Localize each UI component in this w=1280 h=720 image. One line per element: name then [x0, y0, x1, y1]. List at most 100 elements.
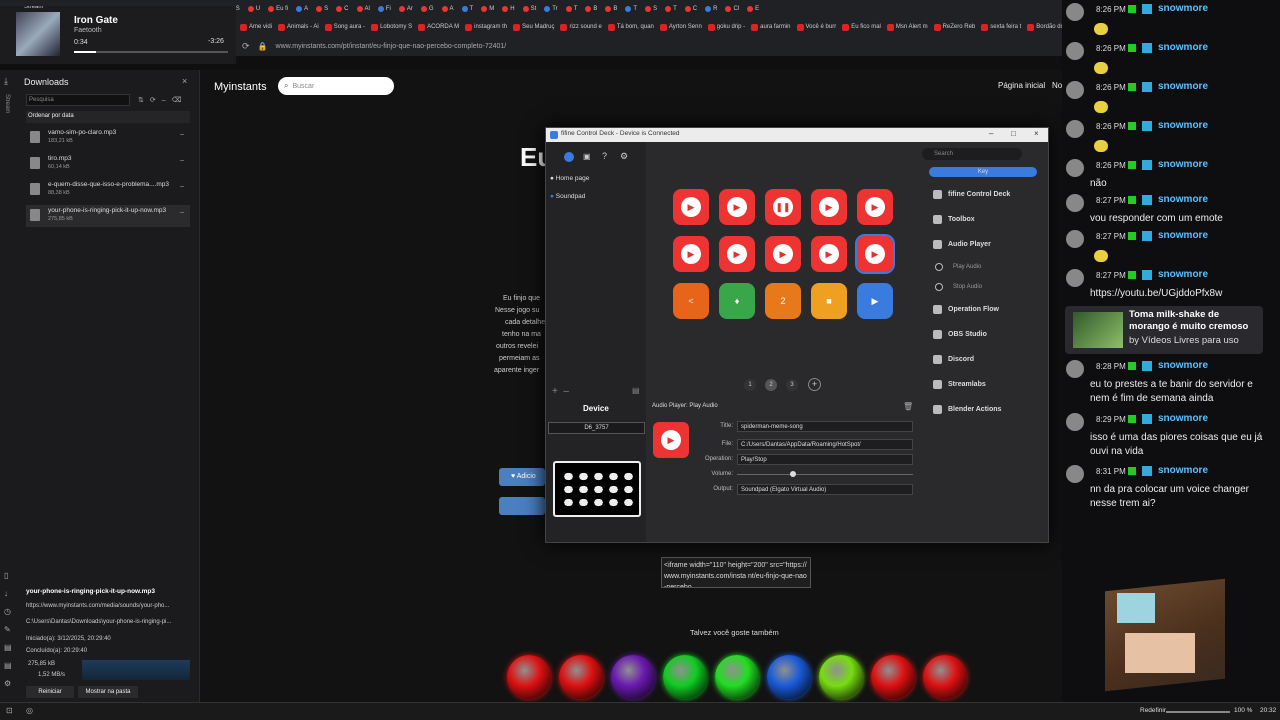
bookmark[interactable]: instagram th — [465, 23, 507, 31]
deck-button[interactable]: ♦ — [719, 283, 755, 319]
detail-url[interactable]: https://www.myinstants.com/media/sounds/… — [26, 603, 169, 609]
chat-user[interactable]: snowmore — [1158, 81, 1208, 92]
link-card[interactable]: Toma milk-shake de morango é muito cremo… — [1065, 306, 1263, 354]
browser-tab[interactable]: Ar — [395, 2, 417, 16]
deck-button[interactable]: ▶ — [673, 189, 709, 225]
chat-user[interactable]: snowmore — [1158, 159, 1208, 170]
category-6[interactable]: Operation Flow — [933, 305, 999, 314]
nav-home[interactable]: Página inicial — [998, 81, 1045, 90]
browser-tab[interactable]: Cl — [721, 2, 743, 16]
share-button[interactable] — [499, 497, 545, 515]
category-8[interactable]: Discord — [933, 355, 974, 364]
home-icon[interactable] — [564, 152, 574, 162]
remove-icon[interactable]: – — [180, 183, 184, 190]
deck-button[interactable]: ▶ — [673, 236, 709, 272]
browser-tab[interactable]: M — [477, 2, 498, 16]
chat-user[interactable]: snowmore — [1158, 269, 1208, 280]
browser-tab[interactable]: A — [438, 2, 458, 16]
sound-button[interactable] — [767, 655, 811, 699]
close-icon[interactable]: × — [182, 76, 187, 86]
field-value-file[interactable]: C:/Users/Dantas/AppData/Roaming/HotSpot/ — [737, 439, 913, 450]
key-tab[interactable]: Key — [929, 167, 1037, 177]
show-folder-button[interactable]: Mostrar na pasta — [78, 686, 138, 698]
category-search[interactable]: Search — [922, 148, 1022, 160]
site-info-icon[interactable]: 🔒 — [258, 42, 268, 51]
page-number[interactable]: 3 — [786, 379, 798, 391]
browser-tab[interactable]: C — [681, 2, 701, 16]
start-icon[interactable]: ⊡ — [6, 706, 13, 715]
page-number[interactable]: 2 — [765, 379, 777, 391]
field-value-output[interactable]: Soundpad (Elgato Virtual Audio) — [737, 484, 913, 495]
add-page-button[interactable]: + — [808, 378, 821, 391]
chat-user[interactable]: snowmore — [1158, 120, 1208, 131]
deck-button[interactable]: ❚❚ — [765, 189, 801, 225]
favorite-button[interactable]: ♥ Adicio — [499, 468, 545, 486]
chat-user[interactable]: snowmore — [1158, 413, 1208, 424]
remove-icon[interactable]: – — [180, 209, 184, 216]
track-progress[interactable] — [74, 51, 228, 53]
address-bar[interactable]: ⟳ 🔒 www.myinstants.com/pt/instant/eu-fin… — [236, 36, 1062, 56]
bookmark[interactable]: Bordão do — [1027, 23, 1062, 31]
browser-tab[interactable]: Al — [353, 2, 374, 16]
deck-button[interactable]: ■ — [811, 283, 847, 319]
bookmark[interactable]: Tá bom, quan — [607, 23, 654, 31]
sound-button[interactable] — [663, 655, 707, 699]
browser-tab[interactable]: R — [701, 2, 721, 16]
volume-slider[interactable] — [737, 471, 913, 477]
browser-tab[interactable]: C — [332, 2, 352, 16]
sound-button[interactable] — [819, 655, 863, 699]
side-icons[interactable]: ▯ ↓ ◷ ✎ ▤ ▤ ⚙ — [4, 567, 16, 693]
browser-tab[interactable]: S — [312, 2, 332, 16]
maximize-icon[interactable]: □ — [1011, 129, 1016, 138]
sound-button[interactable] — [871, 655, 915, 699]
deck-button[interactable]: ▶ — [765, 236, 801, 272]
site-search[interactable]: ⌕ Buscar — [278, 77, 394, 95]
bookmark[interactable]: Lobotomy S — [371, 23, 412, 31]
browser-tab[interactable]: B — [581, 2, 601, 16]
browser-tab[interactable]: T — [621, 2, 641, 16]
volume-thumb[interactable] — [789, 471, 796, 477]
bookmark[interactable]: Eu fico mal — [842, 23, 881, 31]
task-view-icon[interactable]: ◎ — [26, 706, 33, 715]
browser-tab[interactable]: H — [498, 2, 518, 16]
remove-icon[interactable]: – — [180, 157, 184, 164]
deck-button[interactable]: ▶ — [857, 283, 893, 319]
bookmark[interactable]: rizz sound e — [560, 23, 602, 31]
page-settings-icon[interactable]: ▤ — [632, 386, 640, 395]
bookmark[interactable]: goku drip - — [707, 23, 745, 31]
bookmark[interactable]: ReZero Reb — [933, 23, 975, 31]
zoom-slider[interactable] — [1166, 711, 1230, 713]
deck-button[interactable]: < — [673, 283, 709, 319]
download-item[interactable]: vamo-sim-po-claro.mp3 183,21 kB – — [26, 127, 190, 149]
deck-button[interactable]: ▶ — [719, 236, 755, 272]
bookmark[interactable]: ACORDA M — [418, 23, 459, 31]
sound-button[interactable] — [507, 655, 551, 699]
deck-button[interactable]: ▶ — [811, 236, 847, 272]
remove-icon[interactable]: – — [180, 131, 184, 138]
bookmark[interactable]: Animals - Ai — [278, 23, 319, 31]
url-text[interactable]: www.myinstants.com/pt/instant/eu-finjo-q… — [276, 43, 507, 50]
field-value-title[interactable]: spiderman-meme-song — [737, 421, 913, 432]
bookmark[interactable]: Msn Alert m — [886, 23, 928, 31]
browser-tab[interactable]: T — [562, 2, 582, 16]
deck-button[interactable]: 2 — [765, 283, 801, 319]
sound-button[interactable] — [559, 655, 603, 699]
bookmark[interactable]: Seu Madruç — [513, 23, 554, 31]
page-home[interactable]: ● Home page — [550, 175, 589, 182]
device-select[interactable]: D6_3757 — [548, 422, 645, 434]
browser-tab[interactable]: E — [743, 2, 763, 16]
sort-dropdown[interactable]: Ordenar por data — [26, 111, 190, 123]
deck-button[interactable]: ▶ — [719, 189, 755, 225]
chat-user[interactable]: snowmore — [1158, 42, 1208, 53]
add-page-icon[interactable]: + – — [552, 386, 569, 397]
deck-button[interactable]: ▶ — [855, 234, 895, 274]
restart-button[interactable]: Reiniciar — [26, 686, 74, 698]
embed-code-textarea[interactable]: <iframe width="110" height="200" src="ht… — [661, 557, 811, 588]
bookmark[interactable]: aura farmin — [751, 23, 791, 31]
browser-tab[interactable]: Eu fi — [264, 2, 292, 16]
downloads-search-input[interactable]: Pesquisa — [26, 94, 130, 106]
download-item[interactable]: e-quem-disse-que-isso-e-problema....mp3 8… — [26, 179, 190, 201]
category-1[interactable]: fifine Control Deck — [933, 190, 1010, 199]
browser-tab[interactable]: G — [417, 2, 438, 16]
bookmark[interactable]: Ayrton Senn — [659, 23, 702, 31]
